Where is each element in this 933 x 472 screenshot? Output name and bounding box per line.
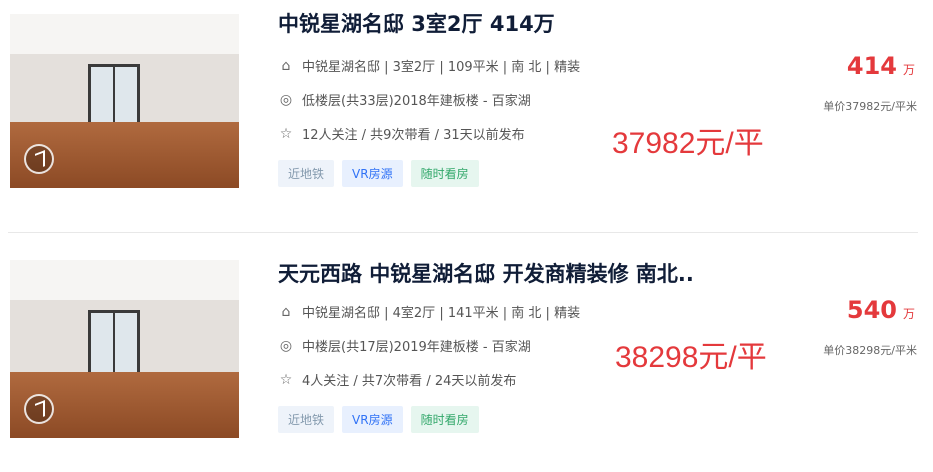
position-info[interactable]: 低楼层(共33层)2018年建板楼 - 百家湖 xyxy=(302,90,531,109)
vr-badge-icon xyxy=(24,144,54,174)
position-info[interactable]: 中楼层(共17层)2019年建板楼 - 百家湖 xyxy=(302,336,531,355)
total-price: 540 万 xyxy=(847,296,915,324)
follow-info: 12人关注 / 共9次带看 / 31天以前发布 xyxy=(302,128,525,143)
unit-price: 单价38298元/平米 xyxy=(823,344,917,357)
star-icon: ☆ xyxy=(279,371,293,388)
tag-list: 近地铁 VR房源 随时看房 xyxy=(278,160,479,187)
location-pin-icon: ◎ xyxy=(279,337,293,354)
position-info-row: ◎ 中楼层(共17层)2019年建板楼 - 百家湖 xyxy=(278,336,531,356)
listing-title[interactable]: 中锐星湖名邸 3室2厅 414万 xyxy=(278,8,555,38)
total-price-unit: 万 xyxy=(902,307,915,321)
listing-photo[interactable] xyxy=(10,14,239,188)
house-icon: ⌂ xyxy=(281,303,291,320)
tag-vr: VR房源 xyxy=(342,160,403,187)
listing-title[interactable]: 天元西路 中锐星湖名邸 开发商精装修 南北.. xyxy=(278,258,694,288)
unit-price-large: 37982元/平 xyxy=(612,127,764,160)
vr-badge-icon xyxy=(24,394,54,424)
star-icon: ☆ xyxy=(279,125,293,142)
total-price: 414 万 xyxy=(847,52,915,80)
follow-info-row: ☆ 12人关注 / 共9次带看 / 31天以前发布 xyxy=(278,124,525,144)
house-info-row: ⌂ 中锐星湖名邸 | 3室2厅 | 109平米 | 南 北 | 精装 xyxy=(278,56,581,76)
unit-price: 单价37982元/平米 xyxy=(823,100,917,113)
location-pin-icon: ◎ xyxy=(279,91,293,108)
divider xyxy=(8,232,918,233)
follow-info-row: ☆ 4人关注 / 共7次带看 / 24天以前发布 xyxy=(278,370,517,390)
follow-info: 4人关注 / 共7次带看 / 24天以前发布 xyxy=(302,374,517,389)
unit-price-large: 38298元/平 xyxy=(615,341,767,374)
listing-photo[interactable] xyxy=(10,260,239,438)
position-info-row: ◎ 低楼层(共33层)2018年建板楼 - 百家湖 xyxy=(278,90,531,110)
total-price-unit: 万 xyxy=(902,63,915,77)
tag-visit: 随时看房 xyxy=(410,406,479,433)
house-info[interactable]: 中锐星湖名邸 | 3室2厅 | 109平米 | 南 北 | 精装 xyxy=(302,56,580,75)
tag-subway: 近地铁 xyxy=(278,406,335,433)
house-icon: ⌂ xyxy=(281,57,291,74)
tag-visit: 随时看房 xyxy=(410,160,479,187)
listing-item[interactable]: 中锐星湖名邸 3室2厅 414万 ⌂ 中锐星湖名邸 | 3室2厅 | 109平米… xyxy=(0,0,933,222)
house-info-row: ⌂ 中锐星湖名邸 | 4室2厅 | 141平米 | 南 北 | 精装 xyxy=(278,302,581,322)
tag-vr: VR房源 xyxy=(342,406,403,433)
tag-list: 近地铁 VR房源 随时看房 xyxy=(278,406,479,433)
house-info[interactable]: 中锐星湖名邸 | 4室2厅 | 141平米 | 南 北 | 精装 xyxy=(302,302,580,321)
listing-item[interactable]: 天元西路 中锐星湖名邸 开发商精装修 南北.. ⌂ 中锐星湖名邸 | 4室2厅 … xyxy=(0,250,933,472)
tag-subway: 近地铁 xyxy=(278,160,335,187)
total-price-value: 540 xyxy=(846,296,897,324)
total-price-value: 414 xyxy=(846,52,897,80)
